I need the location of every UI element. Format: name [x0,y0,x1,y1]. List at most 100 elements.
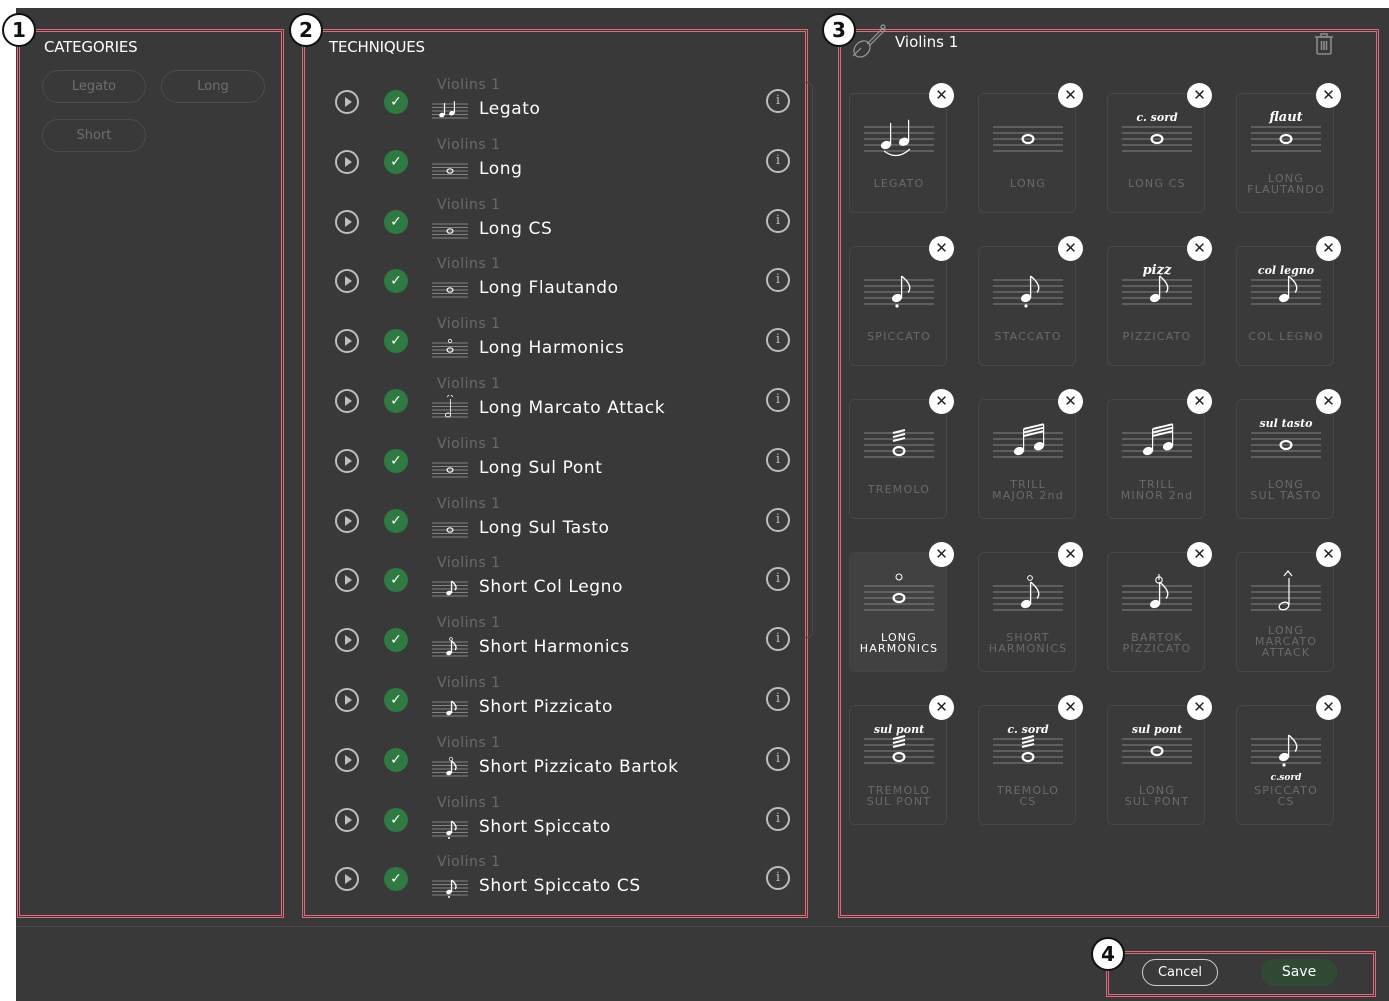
technique-card[interactable]: pizz PIZZICATO [1107,246,1205,366]
check-icon[interactable]: ✓ [384,508,408,533]
technique-card[interactable]: LONG [978,93,1076,213]
info-icon[interactable]: i [766,567,790,592]
check-icon[interactable]: ✓ [384,90,408,114]
technique-row[interactable]: ✓ Violins 1 Short Col Legno i [306,550,806,610]
technique-row[interactable]: ✓ Violins 1 Long Flautando i [306,251,806,311]
technique-card[interactable]: TRILL MINOR 2nd [1107,399,1205,519]
play-icon[interactable] [335,628,359,653]
play-icon[interactable] [335,867,359,892]
remove-card-icon[interactable]: ✕ [929,236,954,261]
play-icon[interactable] [335,807,359,832]
check-icon[interactable]: ✓ [384,628,408,653]
technique-row[interactable]: ✓ Violins 1 Short Spiccato i [306,790,806,850]
info-icon[interactable]: i [766,627,790,652]
category-pill-legato[interactable]: Legato [42,70,146,103]
info-icon[interactable]: i [766,388,790,412]
play-icon[interactable] [335,448,359,473]
technique-row[interactable]: ✓ Violins 1 Short Pizzicato i [306,670,806,730]
check-icon[interactable]: ✓ [384,269,408,294]
play-icon[interactable] [335,149,359,174]
remove-card-icon[interactable]: ✕ [929,695,954,720]
technique-row[interactable]: ✓ Violins 1 Long Sul Pont i [306,431,806,491]
technique-card[interactable]: LONG HARMONICS [849,552,947,672]
info-icon[interactable]: i [766,806,790,831]
check-icon[interactable]: ✓ [384,807,408,832]
check-icon[interactable]: ✓ [384,568,408,593]
info-icon[interactable]: i [766,447,790,472]
info-icon[interactable]: i [766,268,790,293]
technique-card[interactable]: sul pont LONG SUL PONT [1107,705,1205,825]
technique-row[interactable]: ✓ Violins 1 Legato i [306,72,806,132]
remove-card-icon[interactable]: ✕ [929,542,954,567]
technique-card[interactable]: sul pont TREMOLO SUL PONT [849,705,947,825]
remove-card-icon[interactable]: ✕ [1058,695,1083,720]
check-icon[interactable]: ✓ [384,747,408,772]
technique-row[interactable]: ✓ Violins 1 Long Marcato Attack i [306,371,806,431]
play-icon[interactable] [335,329,359,354]
info-icon[interactable]: i [766,208,790,233]
remove-card-icon[interactable]: ✕ [1187,83,1212,108]
remove-card-icon[interactable]: ✕ [1058,83,1083,108]
remove-card-icon[interactable]: ✕ [1316,236,1341,261]
check-icon[interactable]: ✓ [384,389,408,413]
remove-card-icon[interactable]: ✕ [929,83,954,108]
remove-card-icon[interactable]: ✕ [1316,695,1341,720]
technique-card[interactable]: sul tasto LONG SUL TASTO [1236,399,1334,519]
category-pill-short[interactable]: Short [42,119,146,152]
play-icon[interactable] [335,568,359,593]
technique-card[interactable]: SPICCATO [849,246,947,366]
technique-row[interactable]: ✓ Violins 1 Short Spiccato CS i [306,849,806,909]
technique-card[interactable]: SHORT HARMONICS [978,552,1076,672]
technique-card[interactable]: c. sord LONG CS [1107,93,1205,213]
technique-row[interactable]: ✓ Violins 1 Long Harmonics i [306,311,806,371]
check-icon[interactable]: ✓ [384,329,408,354]
technique-card[interactable]: TRILL MAJOR 2nd [978,399,1076,519]
check-icon[interactable]: ✓ [384,688,408,712]
remove-card-icon[interactable]: ✕ [1058,542,1083,567]
remove-card-icon[interactable]: ✕ [1058,236,1083,261]
technique-card[interactable]: flaut LONG FLAUTANDO [1236,93,1334,213]
check-icon[interactable]: ✓ [384,209,408,234]
info-icon[interactable]: i [766,507,790,532]
technique-card[interactable]: c.sord SPICCATO CS [1236,705,1334,825]
cancel-button[interactable]: Cancel [1142,959,1218,986]
technique-card[interactable]: LEGATO [849,93,947,213]
technique-row[interactable]: ✓ Violins 1 Short Harmonics i [306,610,806,670]
check-icon[interactable]: ✓ [384,867,408,892]
info-icon[interactable]: i [766,866,790,891]
technique-row[interactable]: ✓ Violins 1 Short Pizzicato Bartok i [306,730,806,790]
technique-row[interactable]: ✓ Violins 1 Long i [306,132,806,192]
remove-card-icon[interactable]: ✕ [1316,389,1341,414]
remove-card-icon[interactable]: ✕ [1187,695,1212,720]
play-icon[interactable] [335,90,359,114]
remove-card-icon[interactable]: ✕ [1316,542,1341,567]
remove-card-icon[interactable]: ✕ [1316,83,1341,108]
technique-card[interactable]: c. sord TREMOLO CS [978,705,1076,825]
remove-card-icon[interactable]: ✕ [1187,236,1212,261]
remove-card-icon[interactable]: ✕ [1187,389,1212,414]
info-icon[interactable]: i [766,328,790,353]
remove-card-icon[interactable]: ✕ [1058,389,1083,414]
play-icon[interactable] [335,688,359,712]
save-button[interactable]: Save [1261,959,1337,986]
play-icon[interactable] [335,389,359,413]
trash-icon[interactable] [1314,33,1334,55]
technique-row[interactable]: ✓ Violins 1 Long CS i [306,192,806,252]
play-icon[interactable] [335,508,359,533]
check-icon[interactable]: ✓ [384,448,408,473]
techniques-list[interactable]: ✓ Violins 1 Legato i ✓ Violins 1 Long i ✓ Violins… [306,72,806,912]
technique-row[interactable]: ✓ Violins 1 Long Sul Tasto i [306,491,806,551]
technique-card[interactable]: BARTOK PIZZICATO [1107,552,1205,672]
play-icon[interactable] [335,747,359,772]
category-pill-long[interactable]: Long [161,70,265,103]
info-icon[interactable]: i [766,148,790,173]
remove-card-icon[interactable]: ✕ [1187,542,1212,567]
info-icon[interactable]: i [766,746,790,771]
remove-card-icon[interactable]: ✕ [929,389,954,414]
info-icon[interactable]: i [766,687,790,711]
play-icon[interactable] [335,209,359,234]
technique-card[interactable]: LONG MARCATO ATTACK [1236,552,1334,672]
technique-card[interactable]: col legno COL LEGNO [1236,246,1334,366]
info-icon[interactable]: i [766,89,790,113]
check-icon[interactable]: ✓ [384,149,408,174]
